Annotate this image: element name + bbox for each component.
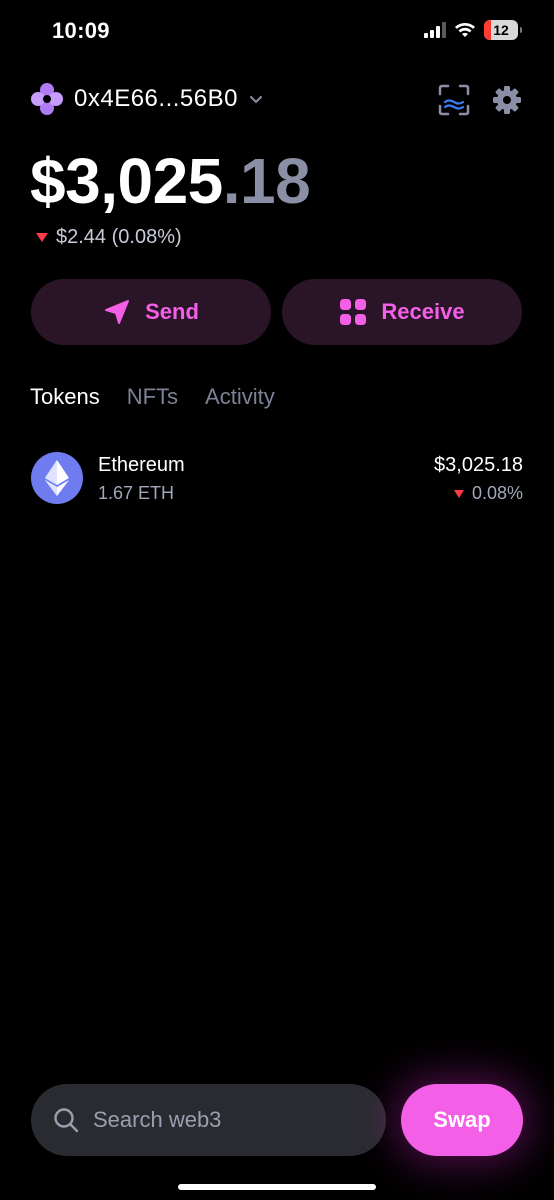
wallet-avatar-icon xyxy=(31,83,63,115)
balance-change: $2.44 (0.08%) xyxy=(36,226,182,249)
status-time: 10:09 xyxy=(52,18,110,43)
down-triangle-icon xyxy=(36,233,48,242)
scan-icon[interactable] xyxy=(438,84,470,116)
status-icons: 12 xyxy=(424,20,522,40)
battery-icon: 12 xyxy=(484,20,522,40)
tab-nfts[interactable]: NFTs xyxy=(127,384,178,410)
tab-tokens[interactable]: Tokens xyxy=(30,384,100,410)
account-selector[interactable]: 0x4E66...56B0 xyxy=(30,82,264,116)
send-button[interactable]: Send xyxy=(31,279,271,345)
token-name: Ethereum xyxy=(98,454,185,476)
chevron-down-icon xyxy=(249,96,262,103)
tab-activity[interactable]: Activity xyxy=(205,384,275,410)
search-bar[interactable] xyxy=(31,1084,386,1156)
wifi-icon xyxy=(455,23,475,37)
token-amount: 1.67 ETH xyxy=(98,483,175,503)
token-value: $3,025.18 xyxy=(434,454,523,476)
token-change: 0.08% xyxy=(453,483,523,504)
swap-button[interactable]: Swap xyxy=(401,1084,523,1156)
portfolio-balance: $3,025.18 xyxy=(30,144,311,218)
status-bar: 10:09 12 xyxy=(0,0,554,62)
battery-level: 12 xyxy=(493,22,509,38)
balance-change-value: $2.44 (0.08%) xyxy=(56,226,182,248)
receive-grid-icon xyxy=(340,299,367,325)
swap-label: Swap xyxy=(433,1107,491,1132)
receive-button[interactable]: Receive xyxy=(282,279,522,345)
token-row[interactable]: Ethereum 1.67 ETH $3,025.18 0.08% xyxy=(31,452,523,504)
token-change-value: 0.08% xyxy=(471,483,523,503)
balance-cents: .18 xyxy=(222,145,311,217)
down-triangle-icon xyxy=(453,489,464,498)
wallet-address: 0x4E66...56B0 xyxy=(74,85,238,112)
header-actions xyxy=(438,84,522,116)
send-label: Send xyxy=(145,299,199,324)
settings-gear-icon[interactable] xyxy=(492,85,522,115)
cellular-signal-icon xyxy=(424,22,446,38)
send-icon xyxy=(105,300,130,324)
asset-tabs: Tokens NFTs Activity xyxy=(30,384,275,410)
search-icon xyxy=(54,1108,79,1133)
ethereum-icon xyxy=(31,452,83,504)
search-input[interactable] xyxy=(93,1107,343,1133)
balance-dollars: $3,025 xyxy=(30,145,223,217)
home-indicator xyxy=(178,1184,376,1190)
receive-label: Receive xyxy=(381,299,465,324)
